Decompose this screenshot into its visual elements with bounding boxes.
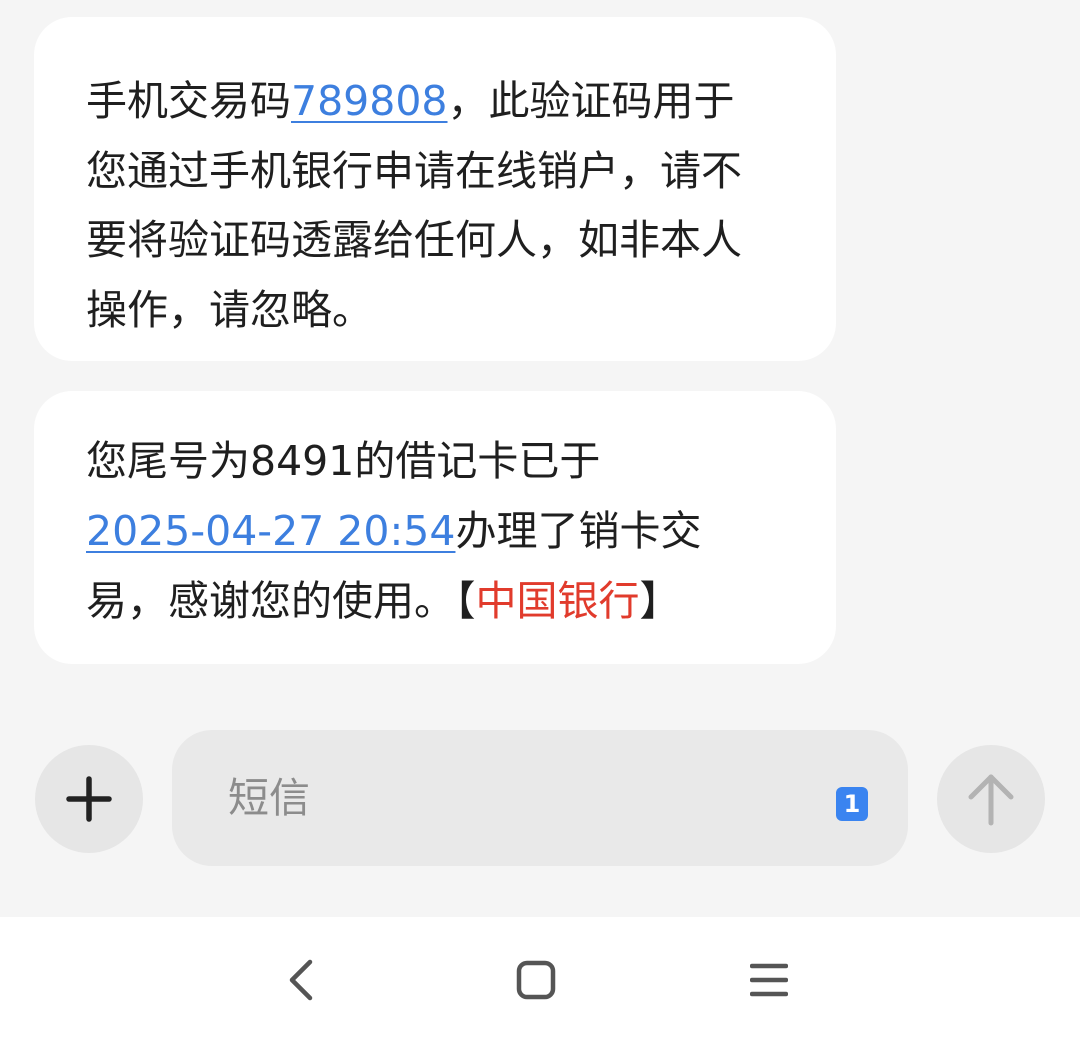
message-line: 您尾号为8491的借记卡已于 [86, 437, 601, 485]
recent-apps-button[interactable] [734, 947, 804, 1013]
message-text: 易，感谢您的使用。【 [86, 577, 476, 625]
message-input[interactable]: 短信 1 [172, 730, 908, 866]
add-attachment-button[interactable] [35, 745, 143, 853]
message-line: 2025-04-27 20:54办理了销卡交 [86, 496, 784, 566]
message-text: 】 [639, 577, 681, 625]
message-text: ，此验证码用于 [447, 77, 735, 125]
plus-icon [66, 776, 112, 822]
message-line: 您通过手机银行申请在线销户，请不 [86, 146, 742, 195]
verification-code-link[interactable]: 789808 [291, 77, 448, 125]
square-icon [516, 960, 556, 1000]
message-text: 手机交易码 [86, 77, 291, 125]
message-line: 易，感谢您的使用。【中国银行】 [86, 566, 784, 636]
message-bubble[interactable]: 您尾号为8491的借记卡已于 2025-04-27 20:54办理了销卡交 易，… [34, 391, 836, 664]
message-text: 办理了销卡交 [455, 507, 702, 555]
back-button[interactable] [266, 947, 336, 1013]
home-button[interactable] [501, 947, 571, 1013]
navigation-bar [0, 917, 1080, 1041]
send-button[interactable] [937, 745, 1045, 853]
datetime-link[interactable]: 2025-04-27 20:54 [86, 507, 455, 555]
menu-icon [750, 963, 788, 997]
message-line: 操作，请忽略。 [86, 285, 373, 334]
message-line: 要将验证码透露给任何人，如非本人 [86, 216, 742, 264]
bank-name: 中国银行 [475, 577, 640, 625]
input-placeholder: 短信 [228, 774, 310, 822]
message-line: 手机交易码789808，此验证码用于 [86, 67, 784, 137]
chevron-left-icon [289, 959, 313, 1001]
message-bubble[interactable]: 手机交易码789808，此验证码用于 您通过手机银行申请在线销户，请不 要将验证… [34, 17, 836, 361]
arrow-up-icon [968, 774, 1014, 826]
sim-card-selector[interactable]: 1 [836, 787, 868, 821]
